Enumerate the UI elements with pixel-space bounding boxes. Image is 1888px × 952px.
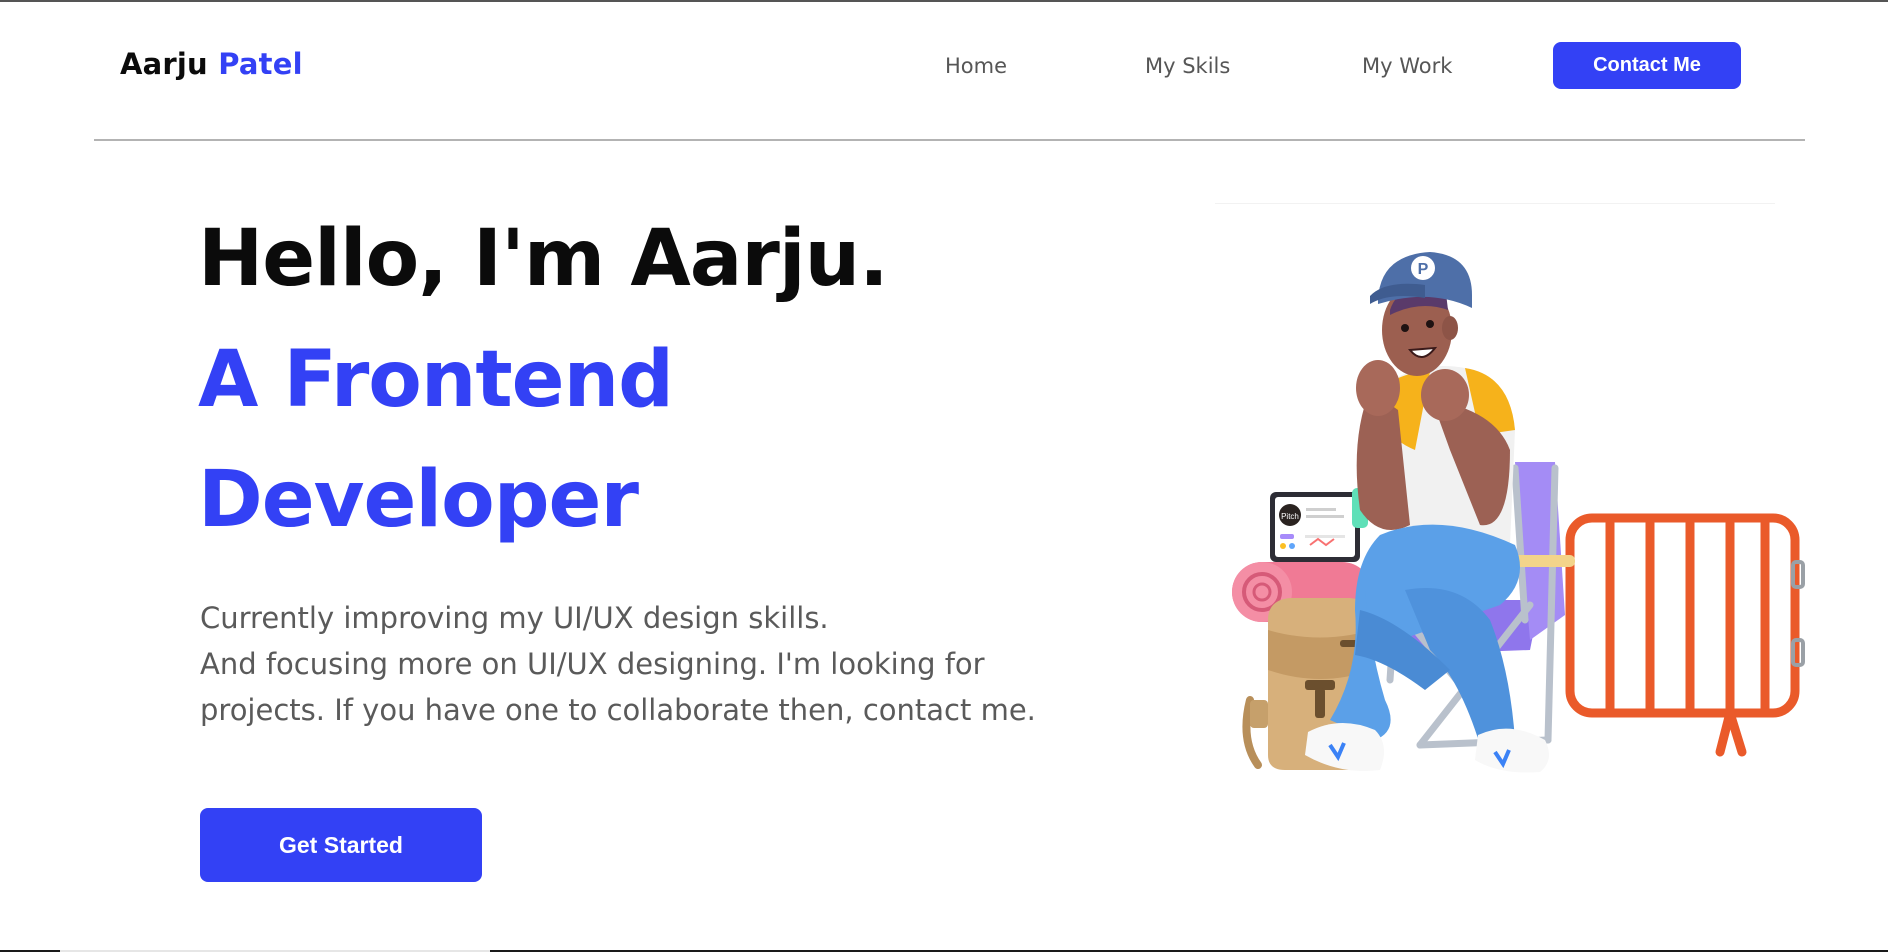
portfolio-page: Aarju Patel Home My Skils My Work Contac… [0, 0, 1888, 952]
nav-work-link[interactable]: My Work [1362, 54, 1452, 78]
nav-home-link[interactable]: Home [945, 54, 1007, 78]
tablet-logo-text: Pitch [1281, 512, 1299, 521]
tablet-icon: Pitch [1270, 492, 1360, 562]
orange-barrier-icon [1565, 513, 1800, 757]
developer-character-illustration: Pitch P [1232, 252, 1805, 773]
hero-description-line-2: And focusing more on UI/UX designing. I'… [200, 647, 985, 681]
logo-last-name: Patel [218, 47, 303, 81]
hero-role-line-2: Developer [198, 455, 639, 545]
hero-role-line-1: A Frontend [198, 335, 674, 425]
hero-description-line-3: projects. If you have one to collaborate… [200, 693, 1036, 727]
hero-greeting: Hello, I'm Aarju. [198, 214, 889, 304]
hero-description-line-1: Currently improving my UI/UX design skil… [200, 601, 829, 635]
nav-skills-link[interactable]: My Skils [1145, 54, 1230, 78]
cap-letter-text: P [1418, 261, 1429, 278]
site-logo[interactable]: Aarju Patel [120, 47, 303, 81]
contact-me-button[interactable]: Contact Me [1553, 42, 1741, 89]
get-started-button[interactable]: Get Started [200, 808, 482, 882]
logo-first-name: Aarju [120, 47, 208, 81]
site-header: Aarju Patel Home My Skils My Work Contac… [94, 0, 1805, 141]
hero-description: Currently improving my UI/UX design skil… [200, 595, 1080, 733]
